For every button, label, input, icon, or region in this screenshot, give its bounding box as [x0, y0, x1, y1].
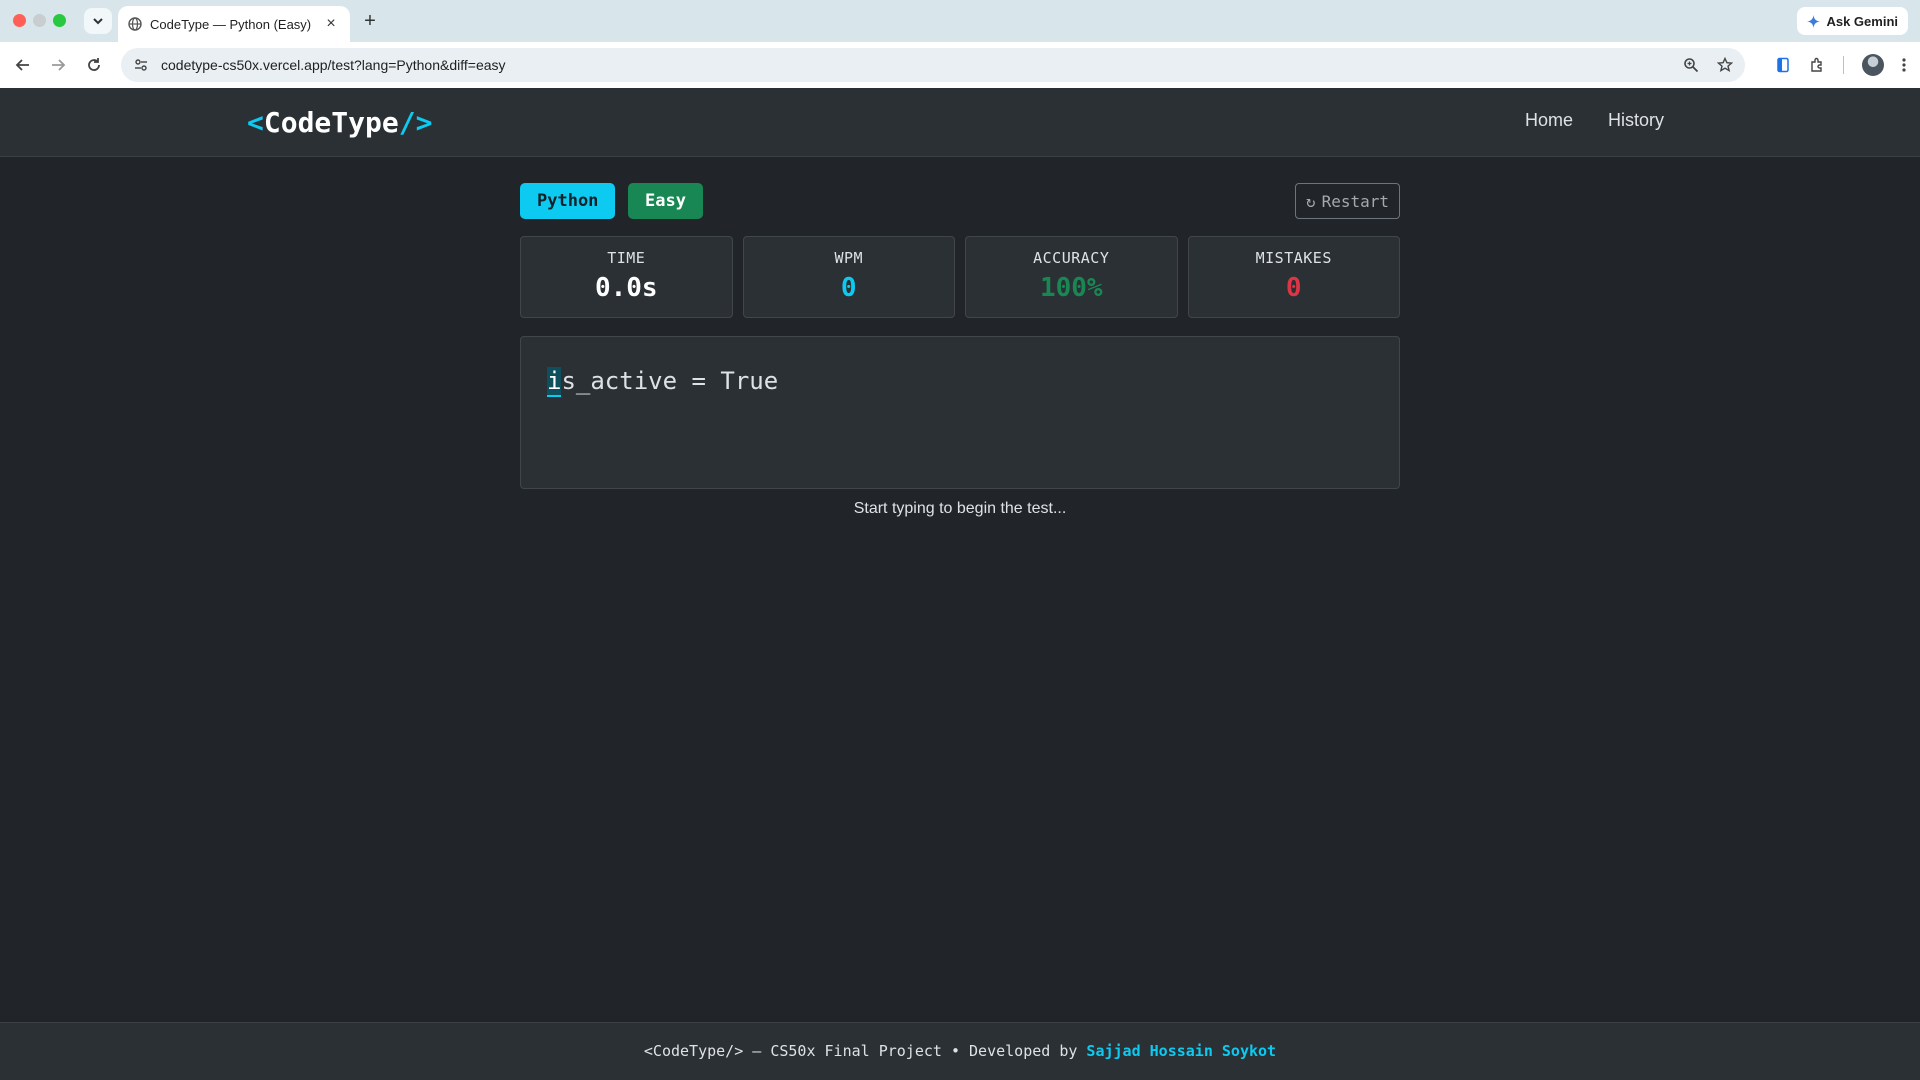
profile-avatar[interactable] — [1862, 54, 1884, 76]
sparkle-icon — [1807, 14, 1821, 28]
reading-mode-icon[interactable] — [1775, 57, 1791, 73]
arrow-right-icon — [52, 59, 66, 71]
more-vert-icon[interactable] — [1902, 57, 1906, 73]
forward-button[interactable] — [46, 53, 70, 77]
stat-time: TIME 0.0s — [520, 236, 733, 318]
site-info-icon — [135, 59, 147, 71]
logo-close-bracket: /> — [398, 106, 433, 139]
close-tab-icon[interactable]: × — [322, 15, 340, 33]
stat-time-label: TIME — [607, 249, 646, 267]
restart-label: Restart — [1321, 191, 1389, 211]
tab-search-button[interactable] — [84, 8, 112, 34]
browser-tab-active[interactable]: CodeType — Python (Easy) × — [118, 6, 350, 42]
maximize-window-button[interactable] — [53, 14, 66, 27]
language-badge: Python — [520, 183, 616, 219]
site-footer: <CodeType/> — CS50x Final Project • Deve… — [0, 1022, 1920, 1080]
stat-accuracy-label: ACCURACY — [1033, 249, 1110, 267]
minimize-window-button[interactable] — [33, 14, 46, 27]
main-nav: Home History — [1525, 110, 1664, 131]
stats-row: TIME 0.0s WPM 0 ACCURACY 100% MISTAKES 0 — [520, 236, 1400, 318]
site-header: <CodeType/> Home History — [0, 88, 1920, 157]
stat-mistakes-value: 0 — [1285, 273, 1302, 303]
footer-author-link[interactable]: Sajjad Hossain Soykot — [1086, 1042, 1276, 1060]
nav-history-link[interactable]: History — [1608, 110, 1664, 131]
back-button[interactable] — [11, 53, 35, 77]
test-options-row: Python Easy ↻ Restart — [520, 182, 1400, 220]
url-text: codetype-cs50x.vercel.app/test?lang=Pyth… — [161, 57, 506, 73]
tab-title: CodeType — Python (Easy) — [150, 16, 312, 32]
browser-chrome: CodeType — Python (Easy) × + Ask Gemini … — [0, 0, 1920, 88]
ask-gemini-button[interactable]: Ask Gemini — [1797, 7, 1908, 35]
stat-accuracy: ACCURACY 100% — [965, 236, 1178, 318]
stat-wpm-label: WPM — [834, 249, 864, 267]
stat-time-value: 0.0s — [594, 273, 658, 303]
stat-wpm: WPM 0 — [742, 236, 955, 318]
start-hint: Start typing to begin the test... — [853, 500, 1067, 517]
bookmark-star-icon[interactable] — [1717, 57, 1733, 73]
stat-mistakes: MISTAKES 0 — [1187, 236, 1400, 318]
close-window-button[interactable] — [13, 14, 26, 27]
restart-icon: ↻ — [1305, 191, 1316, 211]
new-tab-button[interactable]: + — [358, 9, 382, 33]
arrow-left-icon — [15, 59, 29, 71]
restart-button[interactable]: ↻ Restart — [1294, 183, 1400, 219]
ask-gemini-label: Ask Gemini — [1826, 13, 1898, 29]
chevron-down-icon — [93, 18, 103, 25]
toolbar-divider — [1843, 56, 1844, 74]
extensions-icon[interactable] — [1809, 57, 1825, 73]
tab-bar: CodeType — Python (Easy) × + Ask Gemini — [0, 0, 1920, 42]
logo-text: CodeType — [263, 106, 399, 139]
site-logo[interactable]: <CodeType/> — [247, 106, 432, 139]
typing-test-container: Python Easy ↻ Restart TIME 0.0s WPM 0 AC… — [520, 182, 1400, 517]
current-char-caret: i — [547, 367, 562, 397]
logo-open-bracket: < — [247, 106, 264, 139]
footer-text: <CodeType/> — CS50x Final Project • Deve… — [643, 1042, 1087, 1060]
remaining-code: s_active = True — [561, 367, 779, 395]
globe-icon — [128, 17, 142, 31]
nav-home-link[interactable]: Home — [1525, 110, 1573, 131]
stat-mistakes-label: MISTAKES — [1255, 249, 1332, 267]
reload-button[interactable] — [82, 53, 106, 77]
browser-toolbar: codetype-cs50x.vercel.app/test?lang=Pyth… — [0, 42, 1920, 88]
stat-accuracy-value: 100% — [1039, 273, 1103, 303]
code-line: is_active = True — [547, 367, 1373, 397]
code-typing-area[interactable]: is_active = True — [520, 336, 1400, 489]
stat-wpm-value: 0 — [840, 273, 857, 303]
address-bar[interactable]: codetype-cs50x.vercel.app/test?lang=Pyth… — [121, 48, 1745, 82]
difficulty-badge: Easy — [628, 183, 703, 219]
reload-icon — [88, 58, 100, 71]
zoom-icon[interactable] — [1683, 57, 1699, 73]
